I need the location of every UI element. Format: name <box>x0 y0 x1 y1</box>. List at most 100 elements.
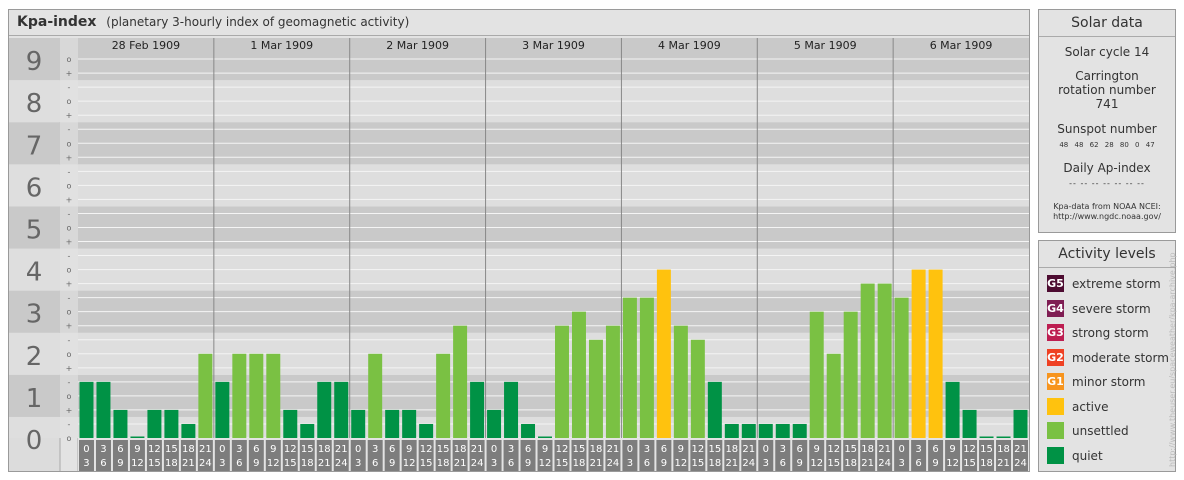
hour-end-label: 15 <box>827 458 840 469</box>
hour-end-label: 3 <box>219 458 225 469</box>
hour-start-label: 6 <box>389 444 395 455</box>
day-label: 6 Mar 1909 <box>930 39 993 52</box>
chart-title-bar: Kpa-index (planetary 3-hourly index of g… <box>9 10 1029 36</box>
sub-tick-label: + <box>66 280 73 289</box>
hour-start-label: 21 <box>742 444 755 455</box>
kp-bar <box>792 423 807 438</box>
hour-end-label: 12 <box>267 458 280 469</box>
sunspot-values: 48 48 62 28 80 0 47 <box>1039 141 1175 149</box>
sub-tick-label: o <box>67 55 72 64</box>
sub-tick-label: o <box>67 308 72 317</box>
hour-end-label: 9 <box>661 458 667 469</box>
hour-start-label: 15 <box>708 444 721 455</box>
hour-end-label: 6 <box>780 458 786 469</box>
hour-end-label: 6 <box>100 458 106 469</box>
hour-end-label: 21 <box>182 458 195 469</box>
hour-end-label: 18 <box>301 458 314 469</box>
hour-end-label: 12 <box>403 458 416 469</box>
hour-start-label: 21 <box>1014 444 1027 455</box>
y-tick-label: 4 <box>26 258 43 288</box>
sunspot-value: 62 <box>1089 141 1105 149</box>
sub-tick-label: + <box>66 406 73 415</box>
hour-end-label: 21 <box>725 458 738 469</box>
ap-value: -- <box>1137 179 1145 188</box>
sunspot-label: Sunspot number <box>1057 122 1157 136</box>
hour-end-label: 18 <box>708 458 721 469</box>
sub-tick-label: o <box>67 139 72 148</box>
hour-end-label: 24 <box>878 458 891 469</box>
sub-tick-label: + <box>66 364 73 373</box>
sub-tick-label: o <box>67 350 72 359</box>
hour-end-label: 3 <box>491 458 497 469</box>
activity-level-swatch: G3 <box>1047 324 1064 341</box>
kp-bar <box>775 423 790 438</box>
hour-start-label: 9 <box>270 444 276 455</box>
kp-bar <box>741 423 756 438</box>
hour-end-label: 12 <box>810 458 823 469</box>
kp-bar <box>588 339 603 438</box>
hour-end-label: 24 <box>607 458 620 469</box>
hour-start-label: 9 <box>406 444 412 455</box>
hour-start-label: 6 <box>253 444 259 455</box>
y-tick-label: 5 <box>26 215 43 245</box>
hour-start-label: 3 <box>100 444 106 455</box>
sub-tick-label: - <box>68 209 71 218</box>
hour-start-label: 18 <box>182 444 195 455</box>
activity-level-label: minor storm <box>1072 375 1146 389</box>
hour-start-label: 15 <box>573 444 586 455</box>
kp-bar <box>181 423 196 438</box>
chart-title: Kpa-index <box>17 14 97 30</box>
hour-start-label: 15 <box>437 444 450 455</box>
y-tick-label: 7 <box>26 131 43 161</box>
hour-start-label: 18 <box>318 444 331 455</box>
kp-bar <box>147 409 162 438</box>
hour-start-label: 9 <box>814 444 820 455</box>
activity-level-active: active <box>1047 397 1109 416</box>
y-tick-label: 0 <box>26 426 43 456</box>
hour-end-label: 18 <box>573 458 586 469</box>
activity-level-swatch: G2 <box>1047 348 1064 366</box>
kp-bar <box>232 353 247 438</box>
hour-end-label: 24 <box>742 458 755 469</box>
kp-bar <box>673 325 688 438</box>
kp-bar <box>521 423 536 438</box>
sub-tick-label: - <box>68 83 71 92</box>
sub-tick-label: - <box>68 378 71 387</box>
hour-start-label: 0 <box>627 444 633 455</box>
hour-end-label: 9 <box>253 458 259 469</box>
chart-subtitle: (planetary 3-hourly index of geomagnetic… <box>106 15 410 29</box>
hour-end-label: 6 <box>372 458 378 469</box>
kp-bar <box>453 325 468 438</box>
y-tick-label: 9 <box>26 47 43 77</box>
activity-level-swatch: G5 <box>1047 275 1064 292</box>
ap-value: -- <box>1103 179 1115 188</box>
sub-tick-label: o <box>67 97 72 106</box>
hour-start-label: 21 <box>335 444 348 455</box>
hour-start-label: 0 <box>763 444 769 455</box>
kp-bar <box>605 325 620 438</box>
hour-start-label: 6 <box>797 444 803 455</box>
hour-end-label: 18 <box>437 458 450 469</box>
sub-tick-label: - <box>68 252 71 261</box>
hour-end-label: 9 <box>389 458 395 469</box>
ap-value: -- <box>1114 179 1126 188</box>
data-source-link[interactable]: http://www.ngdc.noaa.gov/ <box>1039 212 1175 222</box>
hour-end-label: 9 <box>797 458 803 469</box>
sub-tick-label: - <box>68 420 71 429</box>
hour-start-label: 21 <box>471 444 484 455</box>
activity-level-moderate-storm: G2 moderate storm <box>1047 348 1169 367</box>
hour-end-label: 21 <box>318 458 331 469</box>
hour-end-label: 6 <box>915 458 921 469</box>
hour-start-label: 9 <box>542 444 548 455</box>
kp-bar <box>996 436 1011 438</box>
activity-level-label: quiet <box>1072 448 1103 463</box>
hour-start-label: 18 <box>725 444 738 455</box>
activity-level-swatch <box>1047 397 1064 415</box>
activity-level-label: extreme storm <box>1072 277 1161 291</box>
kp-bar <box>860 283 875 438</box>
hour-end-label: 3 <box>898 458 904 469</box>
hour-end-label: 24 <box>471 458 484 469</box>
hour-end-label: 9 <box>932 458 938 469</box>
activity-level-label: moderate storm <box>1072 350 1169 365</box>
activity-level-label: active <box>1072 399 1109 414</box>
